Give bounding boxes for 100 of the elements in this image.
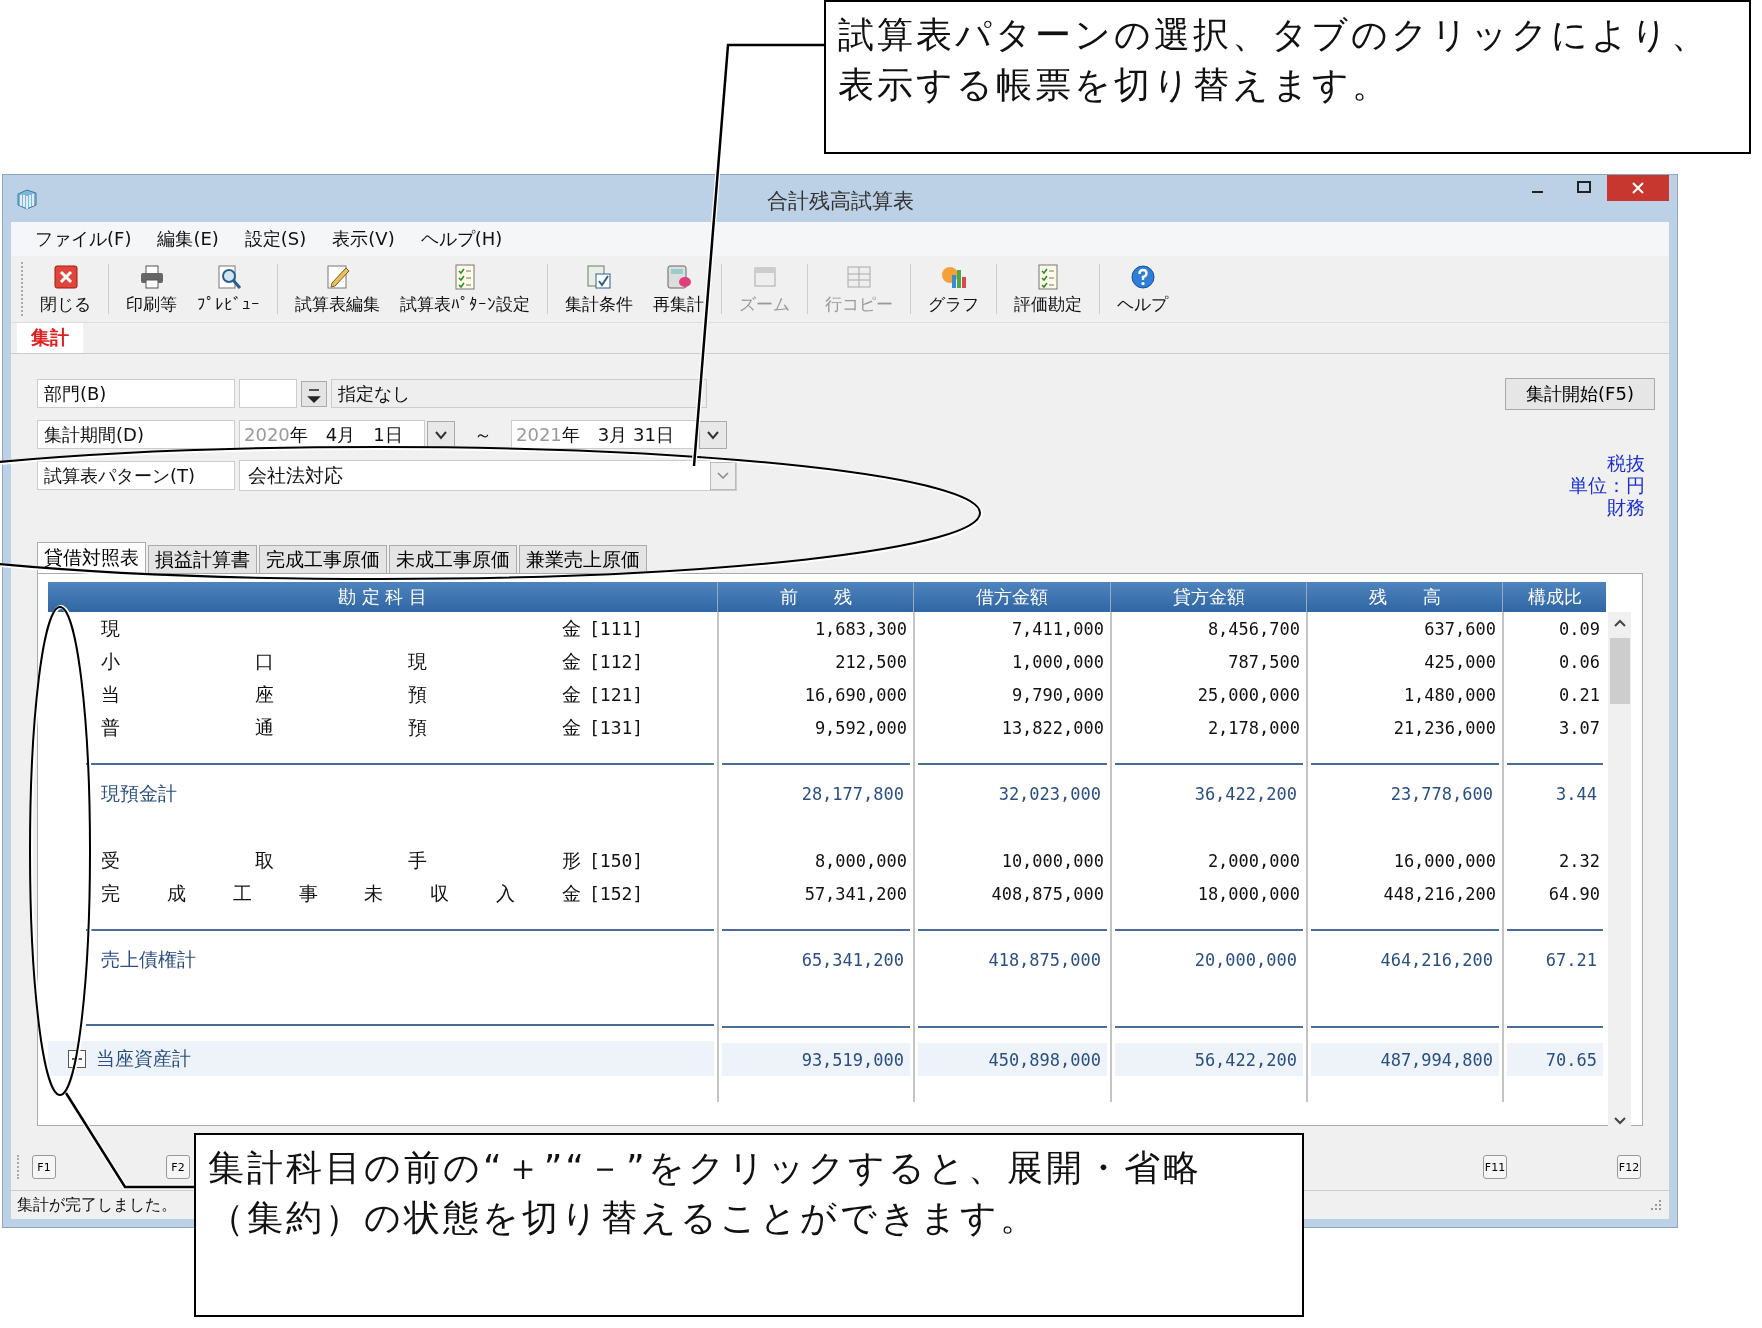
table-cell: 0.21 xyxy=(1559,684,1600,705)
table-cell: 13,822,000 xyxy=(1001,717,1104,738)
account-name: 現金 xyxy=(101,615,581,641)
toolbar-button[interactable]: 集計条件 xyxy=(555,256,643,322)
window-title: 合計残高試算表 xyxy=(766,188,914,215)
menu-item[interactable]: 表示(V) xyxy=(332,227,395,251)
account-name: 普通預金 xyxy=(101,714,581,740)
menu-item[interactable]: 設定(S) xyxy=(244,227,307,251)
subtotal-name: 売上債権計 xyxy=(101,946,196,972)
mode-tab[interactable]: 集計 xyxy=(17,323,83,353)
start-button[interactable]: 集計開始(F5) xyxy=(1505,378,1655,410)
info-text: 財務 xyxy=(1607,496,1645,518)
subtotal-name: 現預金計 xyxy=(101,780,177,806)
table-cell: 25,000,000 xyxy=(1197,684,1300,705)
scrollbar-thumb[interactable] xyxy=(1609,638,1630,704)
account-code: [111] xyxy=(589,618,644,639)
report-tab[interactable]: 損益計算書 xyxy=(148,545,257,573)
info-text: 税抜 xyxy=(1607,452,1645,474)
range-separator: ～ xyxy=(473,422,493,447)
calculator-icon xyxy=(664,262,693,291)
table-cell: 464,216,200 xyxy=(1380,949,1493,970)
chevron-down-icon[interactable] xyxy=(427,420,455,449)
table-cell: 32,023,000 xyxy=(998,783,1101,804)
toolbar-button[interactable]: ﾌﾟﾚﾋﾞｭｰ xyxy=(187,256,270,322)
account-code: [150] xyxy=(589,850,644,871)
menu-item[interactable]: ヘルプ(H) xyxy=(420,227,503,251)
table-cell: 2.32 xyxy=(1559,850,1600,871)
table-cell: 21,236,000 xyxy=(1393,717,1496,738)
table-cell: 9,592,000 xyxy=(814,717,907,738)
table-cell: 64.90 xyxy=(1548,883,1600,904)
table-cell: 3.07 xyxy=(1559,717,1600,738)
chevron-down-icon[interactable] xyxy=(699,420,727,449)
table-cell: 2,000,000 xyxy=(1207,850,1300,871)
account-code: [131] xyxy=(589,717,644,738)
table-cell: 16,690,000 xyxy=(804,684,907,705)
table-cell: 450,898,000 xyxy=(988,1049,1101,1070)
table-cell: 18,000,000 xyxy=(1197,883,1300,904)
table-cell: 408,875,000 xyxy=(991,883,1104,904)
subtotal-name: 当座資産計 xyxy=(96,1045,191,1071)
table-cell: 20,000,000 xyxy=(1194,949,1297,970)
report-tab[interactable]: 貸借対照表 xyxy=(37,542,146,573)
field-label: 集計期間(D) xyxy=(37,420,235,449)
table-cell: 425,000 xyxy=(1424,651,1496,672)
table-cell: 28,177,800 xyxy=(801,783,904,804)
report-tab[interactable]: 未成工事原価 xyxy=(389,545,517,573)
function-key[interactable]: F11 xyxy=(1483,1155,1507,1179)
report-tab[interactable]: 完成工事原価 xyxy=(259,545,387,573)
info-text: 単位：円 xyxy=(1569,474,1645,496)
account-code: [121] xyxy=(589,684,644,705)
account-name: 当座預金 xyxy=(101,681,581,707)
table-cell: 57,341,200 xyxy=(804,883,907,904)
toolbar-button[interactable]: 印刷等 xyxy=(116,256,187,322)
table-cell: 9,790,000 xyxy=(1011,684,1104,705)
table-cell: 448,216,200 xyxy=(1383,883,1496,904)
toolbar-button[interactable]: 試算表編集 xyxy=(285,256,390,322)
field-label: 部門(B) xyxy=(37,379,235,408)
column-header: 構成比 xyxy=(1502,582,1606,612)
menu-item[interactable]: 編集(E) xyxy=(157,227,219,251)
close-icon xyxy=(51,262,80,291)
column-header: 貸方金額 xyxy=(1110,582,1306,612)
table-cell: 787,500 xyxy=(1228,651,1300,672)
callout-text: 試算表パターンの選択、タブのクリックにより、表示する帳票を切り替えます。 xyxy=(838,13,1711,107)
date-field[interactable]: 2021年 3月 31日 xyxy=(511,420,697,449)
menu-item[interactable]: ファイル(F) xyxy=(35,227,132,251)
help-icon xyxy=(1128,262,1157,291)
field-label: 試算表パターン(T) xyxy=(37,461,235,490)
toolbar-button[interactable]: グラフ xyxy=(918,256,989,322)
close-icon[interactable] xyxy=(1607,175,1669,201)
toolbar-button[interactable]: ヘルプ xyxy=(1107,256,1178,322)
table-cell: 23,778,600 xyxy=(1390,783,1493,804)
function-key[interactable]: F1 xyxy=(32,1155,56,1179)
table-cell: 8,000,000 xyxy=(814,850,907,871)
toolbar-button[interactable]: 再集計 xyxy=(643,256,714,322)
column-header: 勘 定 科 目 xyxy=(336,585,429,609)
toolbar-button[interactable]: 閉じる xyxy=(30,256,101,322)
table-cell: 0.06 xyxy=(1559,651,1600,672)
report-tab[interactable]: 兼業売上原価 xyxy=(519,545,647,573)
table-cell: 56,422,200 xyxy=(1194,1049,1297,1070)
table-cell: 0.09 xyxy=(1559,618,1600,639)
account-name: 受取手形 xyxy=(101,847,581,873)
department-name: 指定なし xyxy=(331,379,707,408)
toolbar-button[interactable]: 試算表ﾊﾟﾀｰﾝ設定 xyxy=(390,256,540,322)
column-header: 借方金額 xyxy=(913,582,1110,612)
resize-grip-icon[interactable] xyxy=(1649,1198,1663,1212)
dropdown-icon[interactable] xyxy=(301,380,327,407)
callout-text: 集計科目の前の“＋”“－”をクリックすると、展開・省略（集約）の状態を切り替えることができます。 xyxy=(208,1146,1203,1240)
function-key[interactable]: F2 xyxy=(166,1155,190,1179)
pattern-dropdown[interactable]: 会社法対応 xyxy=(239,460,737,491)
table-cell: 8,456,700 xyxy=(1207,618,1300,639)
table-cell: 2,178,000 xyxy=(1207,717,1300,738)
table-cell: 36,422,200 xyxy=(1194,783,1297,804)
table-cell: 212,500 xyxy=(835,651,907,672)
function-key[interactable]: F12 xyxy=(1617,1155,1641,1179)
toolbar-button[interactable]: 評価勘定 xyxy=(1004,256,1092,322)
table-cell: 637,600 xyxy=(1424,618,1496,639)
table-cell: 67.21 xyxy=(1545,949,1597,970)
table-cell: 16,000,000 xyxy=(1393,850,1496,871)
table-cell: 3.44 xyxy=(1556,783,1597,804)
table-cell: 1,480,000 xyxy=(1403,684,1496,705)
code-field[interactable] xyxy=(239,379,297,408)
